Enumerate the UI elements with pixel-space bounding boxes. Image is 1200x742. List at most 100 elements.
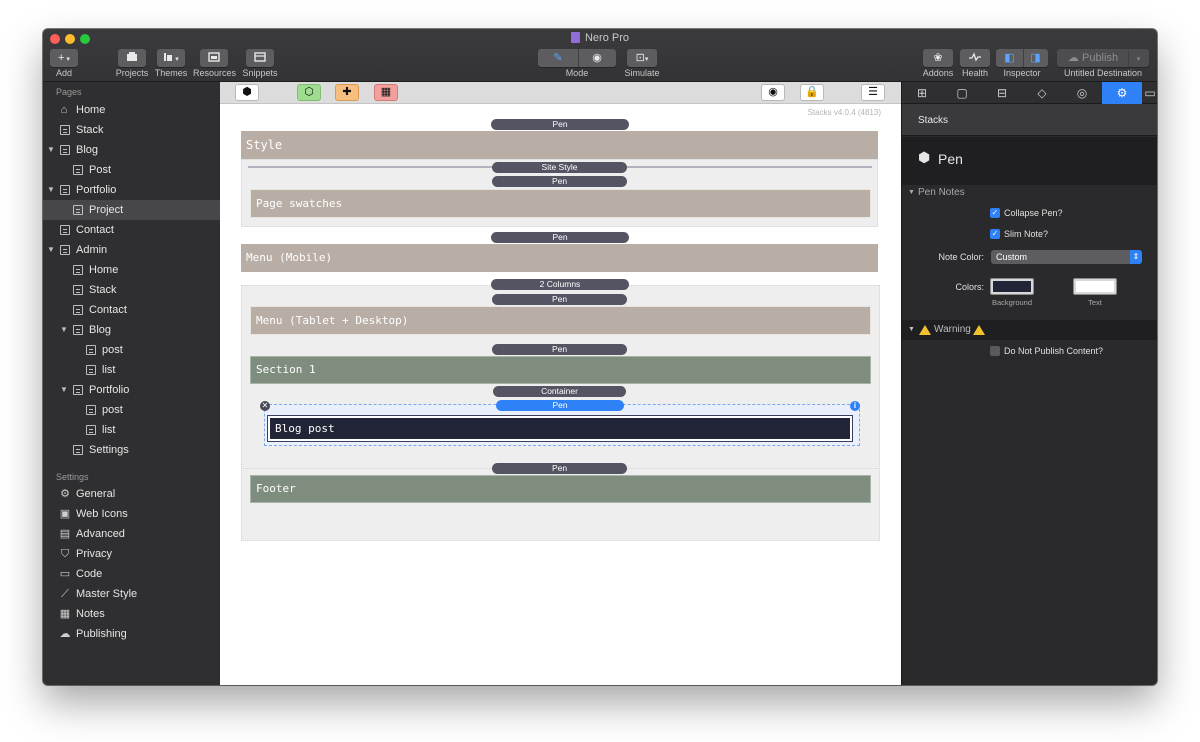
sidebar-item-admin-home[interactable]: Home: [43, 260, 220, 280]
disclosure-triangle-icon[interactable]: ▼: [60, 320, 70, 340]
sidebar-item-blog[interactable]: ▼ Blog: [43, 140, 220, 160]
publish-menu-chevron-icon[interactable]: ▾: [1128, 51, 1148, 67]
snippets-button[interactable]: [246, 49, 274, 67]
warning-icon: [973, 325, 985, 335]
text-color-swatch[interactable]: [1073, 278, 1117, 295]
inspector-panel: ⊞ ▢ ⊟ ◇ ◎ ⚙ ▭ Stacks ⬢ Pen ▼ Pen Notes ✓…: [901, 82, 1157, 685]
sidebar-item-admin-settings[interactable]: Settings: [43, 440, 220, 460]
sidebar-item-post[interactable]: Post: [43, 160, 220, 180]
toolbar: Nero Pro + ▾ Add Projects ▾ Themes Resou…: [43, 29, 1157, 82]
window-title: Nero Pro: [43, 32, 1157, 44]
addons-button[interactable]: ❀: [923, 49, 953, 67]
two-columns-label[interactable]: 2 Columns: [491, 279, 629, 290]
collapse-pen-checkbox[interactable]: ✓: [990, 208, 1000, 218]
disclosure-triangle-icon: ▼: [908, 326, 915, 333]
sidebar-item-project[interactable]: Project: [43, 200, 220, 220]
page-layout-icon[interactable]: ⊞: [902, 82, 942, 104]
note-color-label: Note Color:: [938, 252, 984, 262]
menu-tablet-desktop-block[interactable]: Menu (Tablet + Desktop): [250, 306, 871, 335]
sidebar-item-admin-portfolio[interactable]: ▼ Portfolio: [43, 380, 220, 400]
sidebar-item-home[interactable]: ⌂ Home: [43, 100, 220, 120]
sidebar-item-privacy[interactable]: ⛉ Privacy: [43, 544, 220, 564]
publish-button[interactable]: ☁ Publish ▾: [1057, 49, 1149, 67]
preview-eye-icon[interactable]: ◉: [761, 84, 785, 101]
pen-label-selected[interactable]: Pen: [496, 400, 624, 411]
disclosure-triangle-icon[interactable]: ▼: [47, 240, 57, 260]
themes-button[interactable]: ▾: [157, 49, 185, 67]
pen-label[interactable]: Pen: [491, 119, 629, 130]
sidebar-item-admin-stack[interactable]: Stack: [43, 280, 220, 300]
code-icon: ▭: [59, 568, 71, 580]
pen-label[interactable]: Pen: [492, 344, 627, 355]
layout-grid-icon[interactable]: ▦: [374, 84, 398, 101]
layout-icon[interactable]: ⊟: [982, 82, 1022, 104]
sidebar-item-portfolio[interactable]: ▼ Portfolio: [43, 180, 220, 200]
sidebar-item-notes[interactable]: ▦ Notes: [43, 604, 220, 624]
disclosure-triangle-icon[interactable]: ▼: [47, 140, 57, 160]
pencil-icon[interactable]: ✎: [539, 49, 578, 67]
blog-post-block[interactable]: Blog post: [267, 415, 853, 442]
stack-library-icon[interactable]: ⬢: [235, 84, 259, 101]
footer-block[interactable]: Footer: [250, 475, 871, 503]
pen-label[interactable]: Pen: [492, 176, 627, 187]
container-label[interactable]: Container: [493, 386, 626, 397]
colors-label: Colors:: [955, 282, 984, 292]
sidebar-item-master-style[interactable]: ⟋ Master Style: [43, 584, 220, 604]
sidebar-item-admin-contact[interactable]: Contact: [43, 300, 220, 320]
page-icon[interactable]: ▢: [942, 82, 982, 104]
stack-info-icon[interactable]: i: [850, 401, 860, 411]
sidebar-item-code[interactable]: ▭ Code: [43, 564, 220, 584]
page-swatches-block[interactable]: Page swatches: [250, 189, 871, 218]
warning-icon: [919, 325, 931, 335]
do-not-publish-checkbox[interactable]: [990, 346, 1000, 356]
left-panel-icon[interactable]: ◧: [997, 49, 1023, 67]
sidebar-item-web-icons[interactable]: ▣ Web Icons: [43, 504, 220, 524]
sidebar-item-admin-portfolio-post[interactable]: post: [43, 400, 220, 420]
pen-label[interactable]: Pen: [492, 463, 627, 474]
background-color-swatch[interactable]: [990, 278, 1034, 295]
section-1-block[interactable]: Section 1: [250, 356, 871, 384]
sidebar-item-admin[interactable]: ▼ Admin: [43, 240, 220, 260]
health-label: Health: [961, 68, 988, 78]
target-icon[interactable]: ◎: [1062, 82, 1102, 104]
remove-stack-icon[interactable]: ✕: [260, 401, 270, 411]
style-block[interactable]: Style: [241, 131, 878, 159]
plugins-icon[interactable]: ✚: [335, 84, 359, 101]
menu-mobile-block[interactable]: Menu (Mobile): [241, 244, 878, 272]
disclosure-triangle-icon[interactable]: ▼: [47, 180, 57, 200]
sidebar-item-contact[interactable]: Contact: [43, 220, 220, 240]
pen-label[interactable]: Pen: [491, 232, 629, 243]
pen-label[interactable]: Pen: [492, 294, 627, 305]
sidebar-item-advanced[interactable]: ▤ Advanced: [43, 524, 220, 544]
lock-icon[interactable]: 🔒: [800, 84, 824, 101]
sidebar-item-stack[interactable]: Stack: [43, 120, 220, 140]
health-button[interactable]: [960, 49, 990, 67]
stacks-gear-icon[interactable]: ⚙: [1102, 82, 1142, 104]
site-style-label[interactable]: Site Style: [492, 162, 627, 173]
sidebar-item-admin-blog-list[interactable]: list: [43, 360, 220, 380]
note-color-select[interactable]: Custom ⇕: [991, 250, 1142, 264]
sidebar-item-admin-blog-post[interactable]: post: [43, 340, 220, 360]
pen-notes-section[interactable]: ▼ Pen Notes: [902, 184, 1157, 202]
add-button[interactable]: + ▾: [50, 49, 78, 67]
sidebar-item-publishing[interactable]: ☁ Publishing: [43, 624, 220, 644]
sidebar: Pages ⌂ Home Stack ▼ Blog Post ▼ Portfolio …: [43, 82, 220, 685]
tag-icon[interactable]: ◇: [1022, 82, 1062, 104]
partials-icon[interactable]: ⬡: [297, 84, 321, 101]
warning-section[interactable]: ▼ Warning: [902, 320, 1157, 340]
sidebar-item-general[interactable]: ⚙ General: [43, 484, 220, 504]
resources-button[interactable]: [200, 49, 228, 67]
eye-icon[interactable]: ◉: [577, 49, 616, 67]
sidebar-item-admin-portfolio-list[interactable]: list: [43, 420, 220, 440]
settings-sliders-icon[interactable]: ☰: [861, 84, 885, 101]
mode-segmented-control[interactable]: ✎ ◉: [538, 49, 616, 67]
more-tabs-icon[interactable]: ▭: [1142, 82, 1157, 104]
right-panel-icon[interactable]: ◨: [1022, 49, 1048, 67]
inspector-segmented-control[interactable]: ◧ ◨: [996, 49, 1048, 67]
sidebar-item-admin-blog[interactable]: ▼ Blog: [43, 320, 220, 340]
simulate-button[interactable]: ⊡▾: [627, 49, 657, 67]
disclosure-triangle-icon[interactable]: ▼: [60, 380, 70, 400]
slim-note-checkbox[interactable]: ✓: [990, 229, 1000, 239]
resources-label: Resources: [193, 68, 237, 78]
projects-button[interactable]: [118, 49, 146, 67]
